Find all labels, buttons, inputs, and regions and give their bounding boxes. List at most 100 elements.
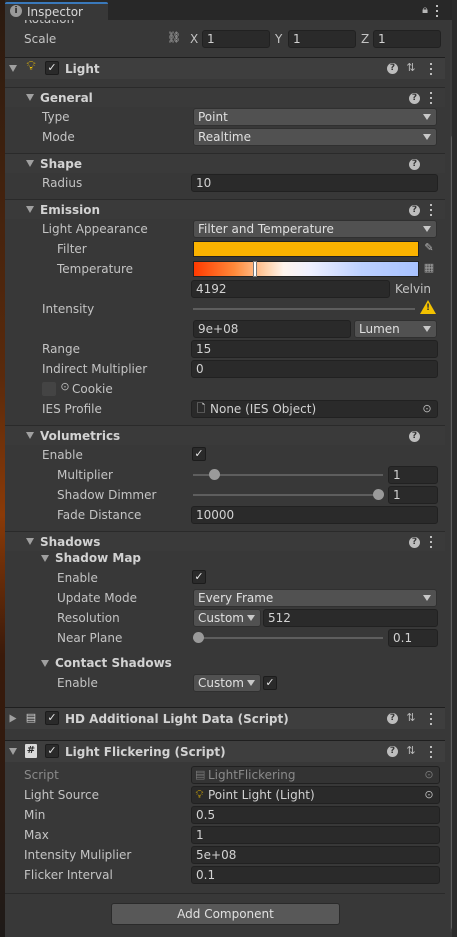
lock-icon[interactable]: 🔒︎ — [419, 3, 431, 17]
scale-link-icon[interactable]: ⛓ — [167, 31, 181, 45]
help-icon[interactable]: ? — [409, 537, 420, 548]
light-component-header[interactable]: 💡︎ ✓ Light ? ⇅ — [5, 57, 445, 79]
component-menu-icon[interactable] — [430, 63, 433, 75]
help-icon[interactable]: ? — [409, 205, 420, 216]
scrollbar[interactable] — [450, 20, 452, 932]
flickering-enabled-checkbox[interactable]: ✓ — [45, 744, 59, 758]
component-menu-icon[interactable] — [430, 746, 433, 758]
presets-icon[interactable]: ⇅ — [404, 61, 418, 75]
hd-additional-header[interactable]: ▤ ✓ HD Additional Light Data (Script) ? … — [5, 707, 445, 729]
help-icon[interactable]: ? — [387, 713, 398, 724]
mode-dropdown[interactable]: Realtime — [193, 128, 437, 146]
intensity-field[interactable]: 9e+08 — [193, 320, 351, 338]
temperature-marker[interactable] — [254, 262, 256, 276]
scale-label: Scale — [24, 32, 57, 46]
foldout-arrow-icon[interactable] — [41, 660, 49, 667]
intensity-unit-dropdown[interactable]: Lumen — [354, 320, 437, 338]
shape-section-header[interactable]: Shape ? — [5, 153, 445, 173]
contact-mode-dropdown[interactable]: Custom — [193, 674, 261, 692]
light-source-field[interactable]: 💡︎ Point Light (Light) ⊙ — [191, 786, 440, 804]
contact-shadows-title: Contact Shadows — [55, 656, 172, 670]
foldout-arrow-icon[interactable] — [26, 432, 34, 439]
fade-distance-field[interactable]: 10000 — [191, 506, 438, 524]
update-mode-label: Update Mode — [57, 591, 137, 605]
multiplier-slider-track[interactable] — [193, 474, 383, 476]
foldout-arrow-icon[interactable] — [41, 555, 49, 562]
add-component-button[interactable]: Add Component — [111, 903, 340, 925]
warning-mark: ! — [426, 303, 431, 313]
max-label: Max — [24, 828, 49, 842]
light-appearance-dropdown[interactable]: Filter and Temperature — [193, 220, 437, 238]
flicker-interval-field[interactable]: 0.1 — [191, 866, 440, 884]
max-field[interactable]: 1 — [191, 826, 440, 844]
scrollbar-thumb[interactable] — [451, 135, 452, 930]
indirect-multiplier-field[interactable]: 0 — [191, 360, 438, 378]
volumetrics-enable-checkbox[interactable]: ✓ — [192, 447, 206, 461]
scale-y-field[interactable]: 1 — [288, 30, 356, 48]
presets-icon[interactable]: ⇅ — [404, 711, 418, 725]
shadow-dimmer-slider-track[interactable] — [193, 494, 383, 496]
temperature-field[interactable]: 4192 — [191, 280, 390, 298]
help-icon[interactable]: ? — [409, 159, 420, 170]
window-menu-icon[interactable] — [436, 5, 439, 17]
section-menu-icon[interactable] — [430, 204, 433, 216]
volumetrics-section-header[interactable]: Volumetrics ? — [5, 425, 445, 445]
presets-icon[interactable]: ⇅ — [404, 744, 418, 758]
foldout-arrow-icon[interactable] — [26, 160, 34, 167]
tab-inspector[interactable]: i Inspector — [5, 2, 108, 20]
temperature-picker-icon[interactable]: ▦ — [422, 261, 436, 275]
shadow-dimmer-slider-knob[interactable] — [373, 489, 384, 500]
scale-x-field[interactable]: 1 — [202, 30, 270, 48]
scale-z-field[interactable]: 1 — [373, 30, 441, 48]
resolution-field[interactable]: 512 — [263, 609, 438, 627]
range-field[interactable]: 15 — [191, 340, 438, 358]
foldout-arrow-icon[interactable] — [9, 65, 17, 72]
volumetrics-enable-label: Enable — [42, 448, 83, 462]
near-plane-field[interactable]: 0.1 — [388, 629, 438, 647]
update-mode-dropdown[interactable]: Every Frame — [193, 589, 437, 607]
shadow-enable-checkbox[interactable]: ✓ — [192, 570, 206, 584]
light-flickering-header[interactable]: # ✓ Light Flickering (Script) ? ⇅ — [5, 740, 445, 762]
foldout-arrow-icon[interactable] — [26, 94, 34, 101]
foldout-arrow-icon[interactable] — [9, 748, 17, 755]
resolution-mode-dropdown[interactable]: Custom — [193, 609, 261, 627]
type-dropdown[interactable]: Point — [193, 108, 437, 126]
min-field[interactable]: 0.5 — [191, 806, 440, 824]
section-menu-icon[interactable] — [430, 92, 433, 104]
object-picker-icon[interactable]: ⊙ — [423, 788, 435, 802]
hd-additional-enabled-checkbox[interactable]: ✓ — [45, 711, 59, 725]
filter-color-swatch[interactable] — [193, 241, 419, 257]
cookie-checkbox[interactable] — [42, 382, 56, 396]
intensity-slider-track[interactable] — [193, 308, 415, 310]
intensity-multiplier-field[interactable]: 5e+08 — [191, 846, 440, 864]
near-plane-slider-knob[interactable] — [193, 632, 204, 643]
near-plane-slider-track[interactable] — [193, 637, 383, 639]
scale-y-label: Y — [275, 32, 283, 46]
help-icon[interactable]: ? — [409, 93, 420, 104]
shadow-dimmer-field[interactable]: 1 — [388, 486, 438, 504]
foldout-arrow-icon[interactable] — [26, 206, 34, 213]
eyedropper-icon[interactable]: ✎ — [422, 241, 436, 255]
ies-profile-field[interactable]: 🗋︎ None (IES Object) ⊙ — [191, 400, 438, 418]
shadows-section-header[interactable]: Shadows ? — [5, 531, 445, 551]
general-section-header[interactable]: General ? — [5, 87, 445, 107]
object-picker-icon[interactable]: ⊙ — [421, 402, 433, 416]
help-icon[interactable]: ? — [409, 431, 420, 442]
help-icon[interactable]: ? — [387, 63, 398, 74]
multiplier-field[interactable]: 1 — [388, 466, 438, 484]
multiplier-slider-knob[interactable] — [209, 469, 221, 480]
foldout-arrow-icon[interactable] — [26, 538, 34, 545]
component-menu-icon[interactable] — [430, 713, 433, 725]
temperature-gradient-slider[interactable] — [193, 261, 419, 277]
foldout-arrow-icon[interactable] — [9, 714, 17, 723]
help-icon[interactable]: ? — [387, 746, 398, 757]
contact-enable-checkbox[interactable]: ✓ — [263, 676, 277, 690]
flicker-interval-label: Flicker Interval — [24, 868, 113, 882]
radius-field[interactable]: 10 — [191, 174, 438, 192]
object-picker-icon: ⊙ — [424, 768, 434, 781]
emission-section-header[interactable]: Emission ? — [5, 199, 445, 219]
section-menu-icon[interactable] — [430, 536, 433, 548]
update-mode-value: Every Frame — [198, 591, 274, 605]
kelvin-unit-label: Kelvin — [395, 282, 432, 296]
light-enabled-checkbox[interactable]: ✓ — [45, 61, 59, 75]
